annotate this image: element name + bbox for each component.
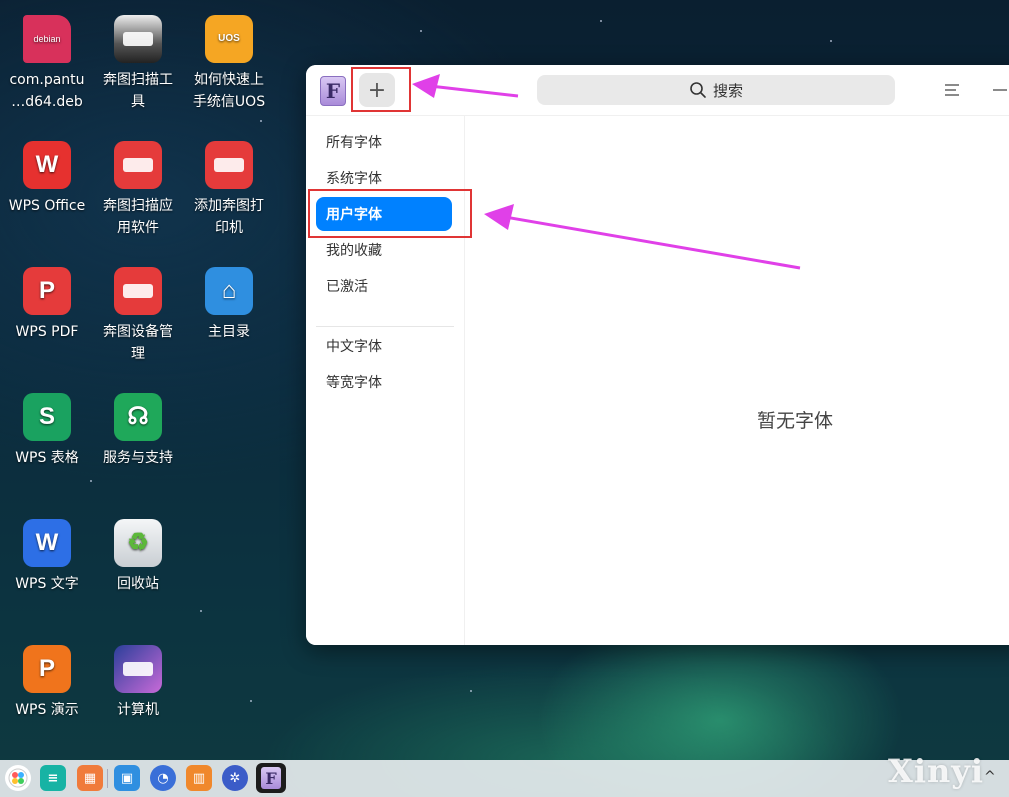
taskbar-dock: ≡ ▦ ▣ ◔ ▥ ✲ F xyxy=(0,760,1009,797)
font-manager-icon[interactable]: F xyxy=(256,763,286,793)
app-store-icon[interactable]: ▦ xyxy=(77,765,103,791)
launcher-icon[interactable] xyxy=(5,765,31,791)
font-manager-dock-glyph: F xyxy=(261,767,281,789)
watermark: Xinyi xyxy=(888,752,984,790)
settings-icon[interactable]: ✲ xyxy=(222,765,248,791)
tray-expand-icon[interactable]: ^ xyxy=(984,769,996,785)
arrow-to-user-fonts xyxy=(484,204,801,270)
annotation-arrows xyxy=(412,74,801,270)
dock-separator xyxy=(107,769,108,788)
file-manager-icon[interactable]: ▣ xyxy=(114,765,140,791)
arrow-to-add-button xyxy=(412,74,519,98)
browser-icon[interactable]: ◔ xyxy=(150,765,176,791)
multitask-icon[interactable]: ≡ xyxy=(40,765,66,791)
app-market-icon[interactable]: ▥ xyxy=(186,765,212,791)
